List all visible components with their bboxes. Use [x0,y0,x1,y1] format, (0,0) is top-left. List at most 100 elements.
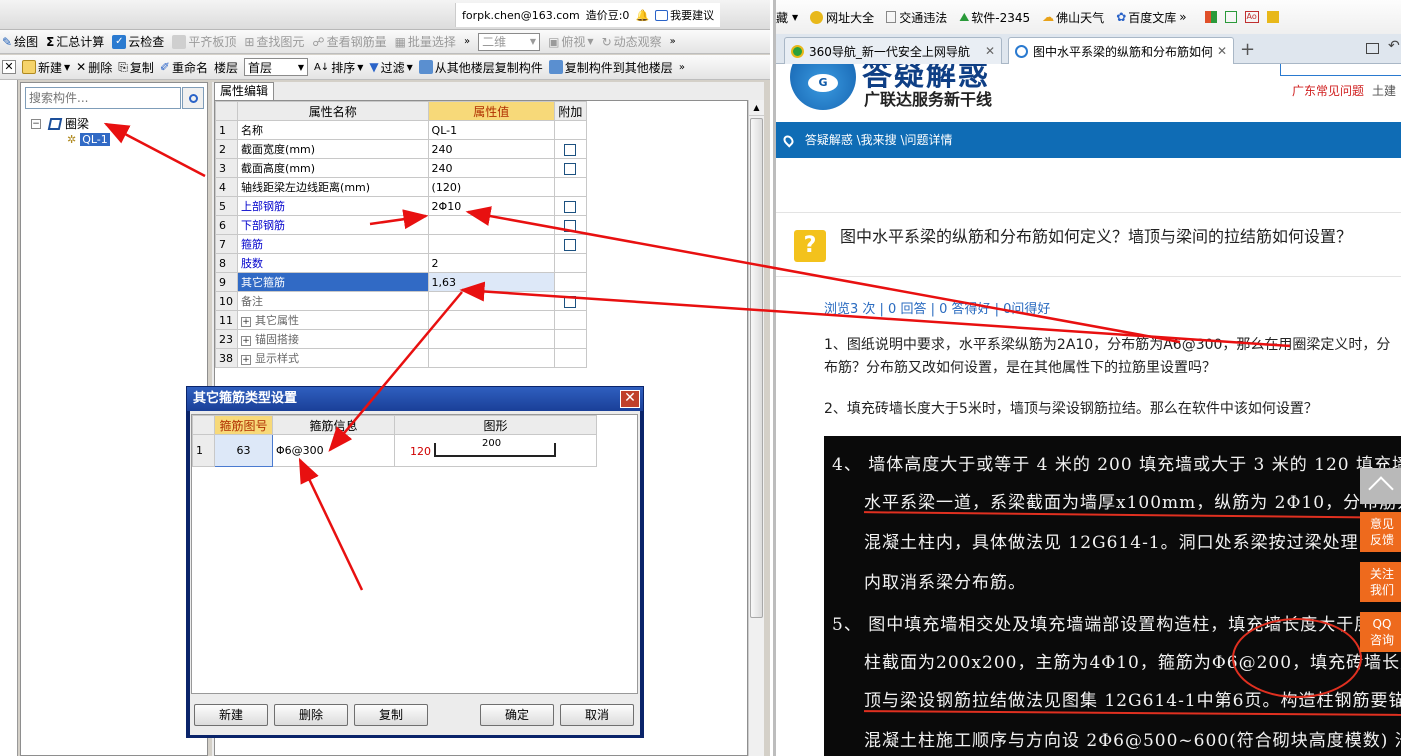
breadcrumb[interactable]: 答疑解惑 \我来搜 \问题详情 [805,133,953,147]
panel-close-icon[interactable]: ✕ [2,60,16,74]
copy-from-floor-button[interactable]: 从其他楼层复制构件 [418,59,543,76]
top-view-button[interactable]: ▣ 俯视 ▼ [548,33,594,50]
browser-tab-1[interactable]: 图中水平系梁的纵筋和分布筋如何 ✕ [1008,37,1234,64]
flat-board-button[interactable]: 平齐板顶 [172,33,236,50]
property-value-cell[interactable] [427,329,555,349]
tree-node-ql1[interactable]: ✲ QL-1 [67,133,110,146]
scroll-thumb[interactable] [750,118,763,618]
region-link-1[interactable]: 土建 [1372,82,1396,99]
user-email[interactable]: forpk.chen@163.com [462,9,580,22]
property-value-cell[interactable] [427,348,555,368]
sort-button[interactable]: A↓ 排序 ▼ [314,59,363,76]
bookmark-4[interactable]: ☁ 佛山天气 [1042,9,1104,26]
tools-icon[interactable] [1266,11,1279,23]
property-value-cell[interactable]: (120) [427,177,555,197]
property-value-cell[interactable]: 2 [427,253,555,273]
back-to-top-button[interactable] [1360,468,1401,504]
property-extra-cell[interactable] [553,139,588,159]
tab-close-icon[interactable]: ✕ [985,44,995,58]
property-extra-cell[interactable] [553,158,588,178]
expand-icon[interactable]: + [241,355,252,365]
pdf-icon[interactable]: Ao [1244,11,1259,23]
bookmark-0[interactable]: 藏 ▼ [776,9,798,26]
scroll-up-icon[interactable]: ▲ [749,100,764,116]
dialog-copy-button[interactable]: 复制 [354,704,428,726]
property-value-cell[interactable] [427,291,555,311]
view-rebar-button[interactable]: ☍ 查看钢筋量 [312,33,386,50]
feedback-button[interactable]: 意见反馈 [1360,512,1401,552]
overflow-chevron-icon-2[interactable]: » [670,36,676,47]
property-row[interactable]: 3 截面高度(mm) 240 [215,158,588,178]
collapse-icon[interactable]: − [31,118,41,129]
suggest-link[interactable]: 我要建议 [655,7,714,23]
bookmark-1[interactable]: 网址大全 [810,9,874,26]
rename-component-button[interactable]: ✐ 重命名 [160,59,208,76]
property-row[interactable]: 23 + 锚固搭接 [215,329,588,349]
new-component-button[interactable]: 新建 ▼ [22,59,70,76]
bell-icon[interactable]: 🔔 [635,9,649,22]
property-extra-cell[interactable] [553,196,588,216]
dialog-close-button[interactable]: ✕ [620,390,640,408]
property-extra-cell[interactable] [553,234,588,254]
question-stats[interactable]: 浏览3 次 | 0 回答 | 0 答得好 | 0问得好 [824,298,1050,317]
dynamic-view-button[interactable]: ↻ 动态观察 [602,33,662,50]
expand-icon[interactable]: + [241,317,252,327]
dialog-new-button[interactable]: 新建 [194,704,268,726]
bookmark-3[interactable]: ⛰ 软件-2345 [959,9,1030,26]
property-extra-cell[interactable] [553,215,588,235]
undo-icon[interactable]: ↶ [1388,38,1400,54]
property-row[interactable]: 6 下部钢筋 [215,215,588,235]
extra-checkbox[interactable] [564,295,577,308]
property-value-cell[interactable] [427,310,555,330]
extra-checkbox[interactable] [564,143,577,156]
property-row[interactable]: 11 + 其它属性 [215,310,588,330]
follow-us-button[interactable]: 关注我们 [1360,562,1401,602]
property-row[interactable]: 10 备注 [215,291,588,311]
property-row[interactable]: 5 上部钢筋 2Φ10 [215,196,588,216]
apps-icon[interactable] [1204,11,1217,23]
bookmark-tools[interactable]: Ao [1204,11,1279,23]
property-row[interactable]: 2 截面宽度(mm) 240 [215,139,588,159]
property-value-cell[interactable]: 2Φ10 [427,196,555,216]
tab-property-edit[interactable]: 属性编辑 [214,82,274,100]
extra-checkbox[interactable] [564,219,577,232]
extra-checkbox[interactable] [564,238,577,251]
extra-checkbox[interactable] [564,162,577,175]
component-search-input[interactable] [25,87,181,109]
view-mode-select[interactable]: 二维 ▼ [478,32,541,51]
new-tab-icon[interactable]: + [1240,39,1255,60]
summary-button[interactable]: Σ 汇总计算 [46,33,104,50]
stirrup-info-cell[interactable]: Φ6@300 [272,434,395,467]
qq-consult-button[interactable]: QQ咨询 [1360,612,1401,652]
expand-icon[interactable]: + [241,336,252,346]
property-row[interactable]: 7 箍筋 [215,234,588,254]
dialog-delete-button[interactable]: 删除 [274,704,348,726]
draw-button[interactable]: ✎ 绘图 [2,33,38,50]
header-search-box[interactable] [1280,64,1401,76]
property-row[interactable]: 38 + 显示样式 [215,348,588,368]
property-row[interactable]: 1 名称 QL-1 [215,120,588,140]
property-row[interactable]: 9 其它箍筋 1,63 [215,272,588,292]
property-value-cell[interactable] [427,234,555,254]
property-value-cell[interactable]: QL-1 [427,120,555,140]
delete-component-button[interactable]: ✕ 删除 [76,59,112,76]
tab-close-icon[interactable]: ✕ [1217,44,1227,58]
dialog-cancel-button[interactable]: 取消 [560,704,634,726]
stirrup-no-cell[interactable]: 63 [214,434,273,467]
overflow-chevron-icon-3[interactable]: » [679,62,685,73]
search-button[interactable] [182,87,204,109]
cloud-check-button[interactable]: ✓ 云检查 [112,33,164,50]
bookmark-5[interactable]: ✿ 百度文库» [1116,9,1186,26]
batch-select-button[interactable]: ▦ 批量选择 [395,33,456,50]
property-row[interactable]: 4 轴线距梁左边线距离(mm) (120) [215,177,588,197]
overflow-chevron-icon[interactable]: » [464,36,470,47]
property-value-cell[interactable]: 240 [427,158,555,178]
browser-tab-0[interactable]: 360导航_新一代安全上网导航 ✕ [784,37,1002,64]
property-scrollbar[interactable]: ▲ [748,100,764,756]
stirrup-row[interactable]: 1 63 Φ6@300 120 200 [192,434,597,467]
window-restore-icon[interactable] [1366,43,1379,54]
find-element-button[interactable]: ⊞ 查找图元 [244,33,304,50]
floor-select[interactable]: 首层 ▼ [243,58,308,76]
dialog-ok-button[interactable]: 确定 [480,704,554,726]
property-value-cell[interactable]: 1,63 [427,272,555,292]
